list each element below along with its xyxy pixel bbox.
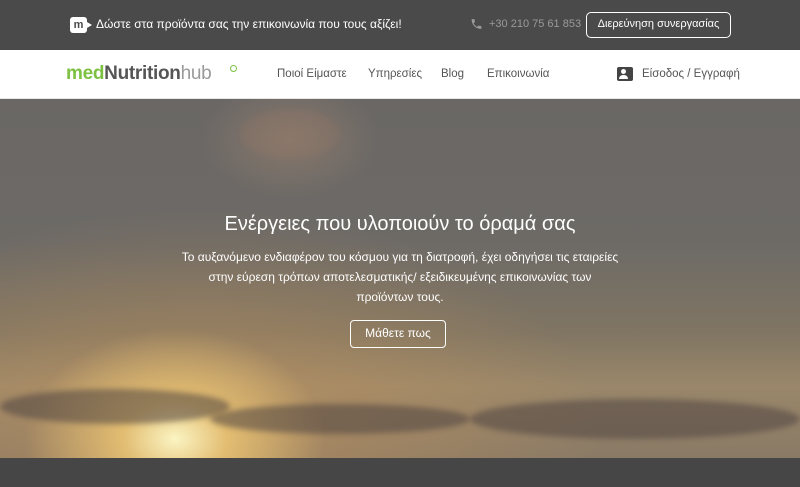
main-nav: medNutritionhub Ποιοί Είμαστε Υπηρεσίες … xyxy=(0,50,800,99)
login-register-link[interactable]: Είσοδος / Εγγραφή xyxy=(642,68,740,80)
logo-part-nutrition: Nutrition xyxy=(104,63,181,84)
nav-item-services[interactable]: Υπηρεσίες xyxy=(368,68,422,80)
hero-cloud xyxy=(210,404,470,434)
hero-description: Το αυξανόμενο ενδιαφέρον του κόσμου για … xyxy=(181,250,619,304)
hero-cloud xyxy=(0,389,230,424)
section-strip xyxy=(0,458,800,487)
hero-cloud xyxy=(470,399,800,439)
user-icon[interactable] xyxy=(617,67,633,81)
logo-part-med: med xyxy=(66,63,105,84)
logo-part-hub: hub xyxy=(180,63,212,84)
tagline: Δώστε στα προϊόντα σας την επικοινωνία π… xyxy=(96,17,402,31)
phone-icon xyxy=(471,19,482,29)
nav-item-about[interactable]: Ποιοί Είμαστε xyxy=(277,68,347,80)
nav-item-contact[interactable]: Επικοινωνία xyxy=(487,68,549,80)
site-logo[interactable]: medNutritionhub xyxy=(66,63,212,87)
hero-title: Ενέργειες που υλοποιούν το όραμά σας xyxy=(224,213,576,235)
brand-badge-icon: m xyxy=(70,17,92,33)
hero-banner: Ενέργειες που υλοποιούν το όραμά σας Το … xyxy=(0,99,800,458)
nav-item-blog[interactable]: Blog xyxy=(441,68,464,80)
hero-cloud xyxy=(240,109,340,159)
logo-mark-icon xyxy=(230,65,237,72)
top-bar: m Δώστε στα προϊόντα σας την επικοινωνία… xyxy=(0,0,800,50)
partnership-button[interactable]: Διερεύνηση συνεργασίας xyxy=(586,12,731,38)
learn-how-button[interactable]: Μάθετε πως xyxy=(350,320,446,348)
phone-number[interactable]: +30 210 75 61 853 xyxy=(489,18,581,30)
